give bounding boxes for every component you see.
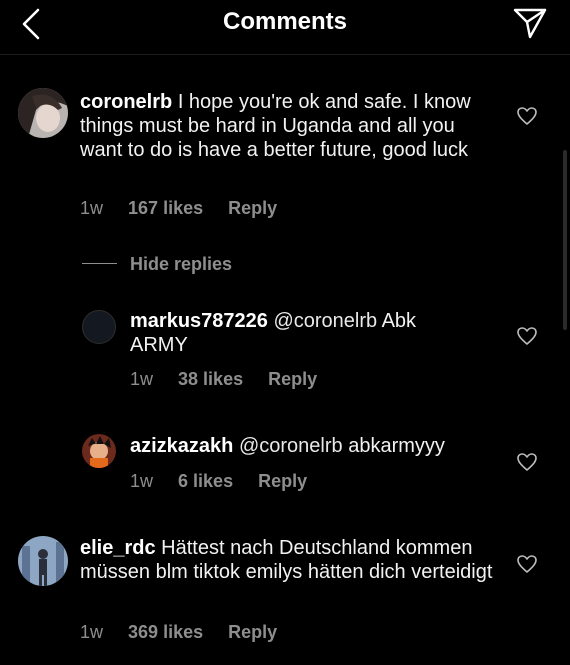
divider: [82, 263, 117, 264]
header-bar: Comments: [0, 0, 570, 55]
avatar[interactable]: [82, 310, 116, 344]
likes-count[interactable]: 6 likes: [178, 471, 233, 491]
comment-text: markus787226 @coronelrb Abk ARMY: [130, 309, 470, 357]
likes-count[interactable]: 167 likes: [128, 198, 203, 218]
comment-text: coronelrb I hope you're ok and safe. I k…: [80, 90, 500, 162]
mention-link[interactable]: @coronelrb: [239, 435, 343, 457]
page-title: Comments: [222, 8, 348, 35]
comment-meta: 1w 38 likes Reply: [130, 369, 337, 390]
timestamp: 1w: [80, 198, 104, 218]
avatar[interactable]: [82, 434, 116, 468]
reply-button[interactable]: Reply: [228, 622, 277, 642]
likes-count[interactable]: 38 likes: [178, 369, 243, 389]
username[interactable]: azizkazakh: [130, 435, 233, 457]
comment-body: abkarmyyy: [348, 435, 445, 457]
heart-icon[interactable]: [516, 106, 538, 126]
username[interactable]: elie_rdc: [80, 537, 156, 559]
heart-icon[interactable]: [516, 452, 538, 472]
username[interactable]: markus787226: [130, 310, 268, 332]
reply-button[interactable]: Reply: [228, 198, 277, 218]
scrollbar[interactable]: [563, 150, 567, 330]
timestamp: 1w: [80, 622, 104, 642]
mention-link[interactable]: @coronelrb: [273, 310, 377, 332]
likes-count[interactable]: 369 likes: [128, 622, 203, 642]
heart-icon[interactable]: [516, 554, 538, 574]
avatar[interactable]: [18, 88, 68, 138]
reply-button[interactable]: Reply: [268, 369, 317, 389]
comment-meta: 1w 6 likes Reply: [130, 471, 327, 492]
comment-text: elie_rdc Hättest nach Deutschland kommen…: [80, 536, 500, 584]
username[interactable]: coronelrb: [80, 91, 172, 113]
heart-icon[interactable]: [516, 326, 538, 346]
hide-replies-button[interactable]: Hide replies: [130, 254, 232, 275]
avatar[interactable]: [18, 536, 68, 586]
timestamp: 1w: [130, 369, 154, 389]
timestamp: 1w: [130, 471, 154, 491]
comment-text: azizkazakh @coronelrb abkarmyyy: [130, 434, 510, 458]
comment-meta: 1w 167 likes Reply: [80, 198, 297, 219]
comment-meta: 1w 369 likes Reply: [80, 622, 297, 643]
paper-plane-icon[interactable]: [512, 6, 548, 40]
reply-button[interactable]: Reply: [258, 471, 307, 491]
